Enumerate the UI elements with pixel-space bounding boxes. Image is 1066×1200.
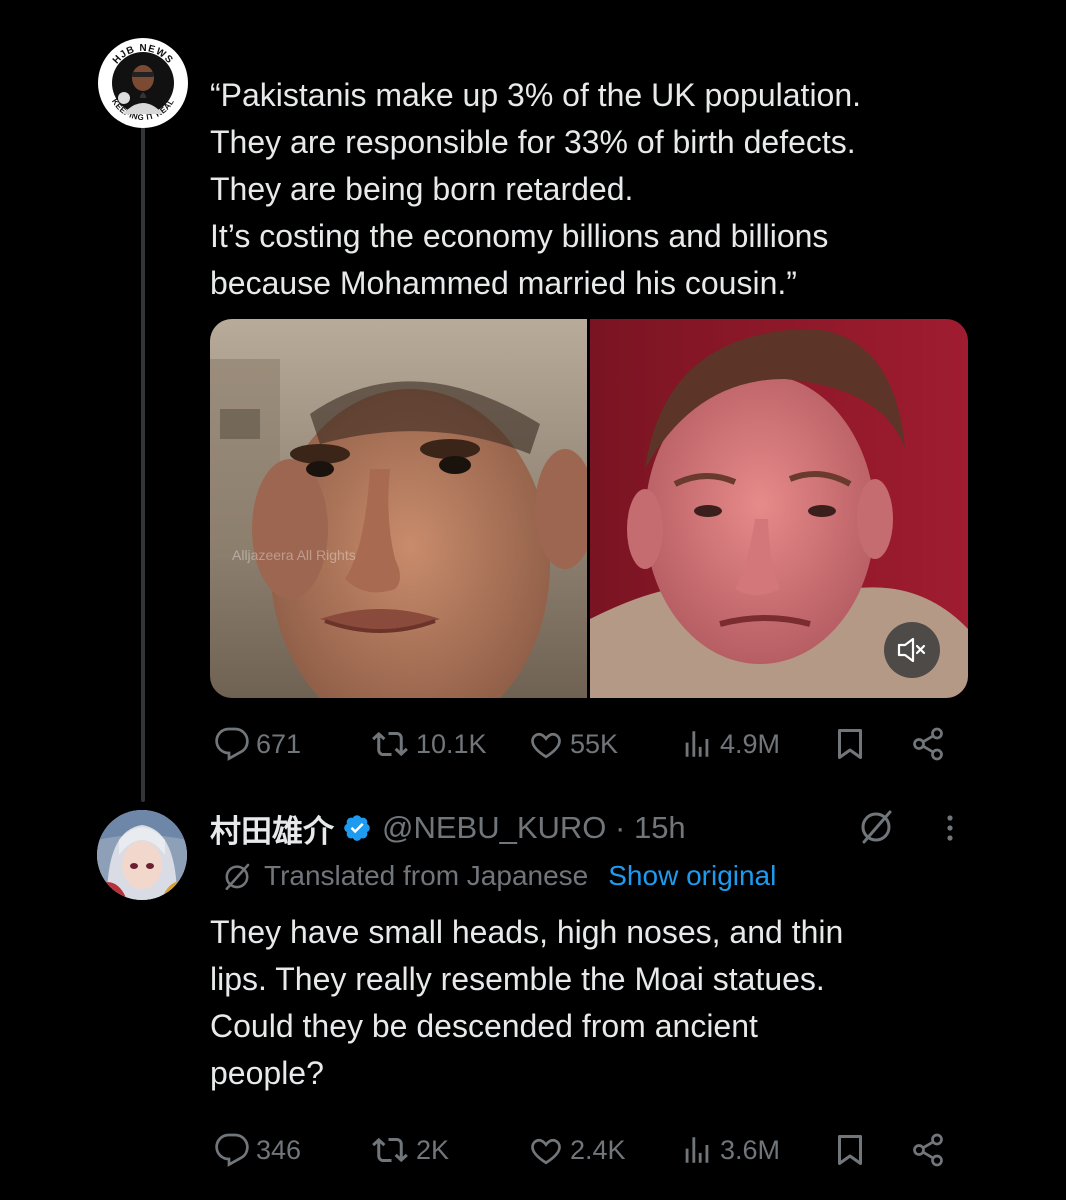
like-icon <box>531 732 561 759</box>
share-button[interactable] <box>910 724 946 764</box>
views-count: 3.6M <box>720 1134 781 1165</box>
more-icon <box>947 815 953 841</box>
show-original-link[interactable]: Show original <box>608 860 776 892</box>
translation-notice: Translated from Japanese Show original <box>220 856 776 896</box>
tweet-2-header: 村田雄介 @NEBU_KURO · 15h <box>210 806 686 850</box>
mute-button[interactable] <box>884 622 940 678</box>
reply-icon <box>215 1133 249 1167</box>
tweet-1-text: “Pakistanis make up 3% of the UK populat… <box>210 77 862 301</box>
display-name[interactable]: 村田雄介 <box>210 806 334 851</box>
reply-button[interactable]: 671 <box>214 724 301 764</box>
grok-button[interactable] <box>856 806 896 851</box>
media-watermark: Alljazeera All Rights <box>232 547 356 563</box>
views-icon <box>685 1137 709 1163</box>
bookmark-button[interactable] <box>832 724 868 764</box>
share-button[interactable] <box>910 1130 946 1170</box>
reply-count: 346 <box>256 1134 302 1165</box>
repost-button[interactable]: 2K <box>370 1130 449 1170</box>
nebu-kuro-avatar[interactable] <box>97 810 187 900</box>
hjb-news-avatar[interactable]: HJB NEWS KEEPING IT REAL <box>98 38 188 128</box>
translate-icon <box>225 863 250 891</box>
media-left-image[interactable]: Alljazeera All Rights <box>210 319 595 698</box>
reply-icon <box>215 727 249 761</box>
bookmark-icon <box>838 1135 862 1165</box>
repost-icon <box>372 731 408 757</box>
repost-count: 2K <box>416 1134 450 1165</box>
mute-icon <box>897 637 926 663</box>
bookmark-button[interactable] <box>832 1130 868 1170</box>
repost-count: 10.1K <box>416 728 487 759</box>
reply-button[interactable]: 346 <box>214 1130 301 1170</box>
thread-connector-line <box>141 126 145 802</box>
media-right-video[interactable] <box>590 319 968 698</box>
handle-and-timestamp[interactable]: @NEBU_KURO · 15h <box>382 810 686 846</box>
tweet-2-action-bar: 346 2K 2.4K 3.6M <box>210 1130 970 1170</box>
like-icon <box>531 1138 561 1165</box>
share-icon <box>913 727 943 761</box>
views-button[interactable]: 3.6M <box>680 1130 780 1170</box>
share-icon <box>913 1133 943 1167</box>
tweet-1-action-bar: 671 10.1K 55K 4.9M <box>210 724 970 764</box>
like-count: 2.4K <box>570 1134 626 1165</box>
like-button[interactable]: 2.4K <box>528 1130 626 1170</box>
repost-icon <box>372 1137 408 1163</box>
like-count: 55K <box>570 728 619 759</box>
bookmark-icon <box>838 729 862 759</box>
translated-label: Translated from Japanese <box>264 860 589 891</box>
tweet-2-text: They have small heads, high noses, and t… <box>210 914 844 1091</box>
verified-badge-icon <box>342 813 372 843</box>
more-options-button[interactable] <box>938 812 962 851</box>
reply-count: 671 <box>256 728 302 759</box>
views-icon <box>685 731 709 757</box>
views-count: 4.9M <box>720 728 781 759</box>
hjb-news-logo: HJB NEWS KEEPING IT REAL <box>99 39 187 127</box>
like-button[interactable]: 55K <box>528 724 618 764</box>
anime-avatar-image <box>97 810 187 900</box>
tweet-1-media[interactable]: Alljazeera All Rights <box>210 319 968 698</box>
repost-button[interactable]: 10.1K <box>370 724 487 764</box>
views-button[interactable]: 4.9M <box>680 724 780 764</box>
grok-icon <box>861 810 892 844</box>
